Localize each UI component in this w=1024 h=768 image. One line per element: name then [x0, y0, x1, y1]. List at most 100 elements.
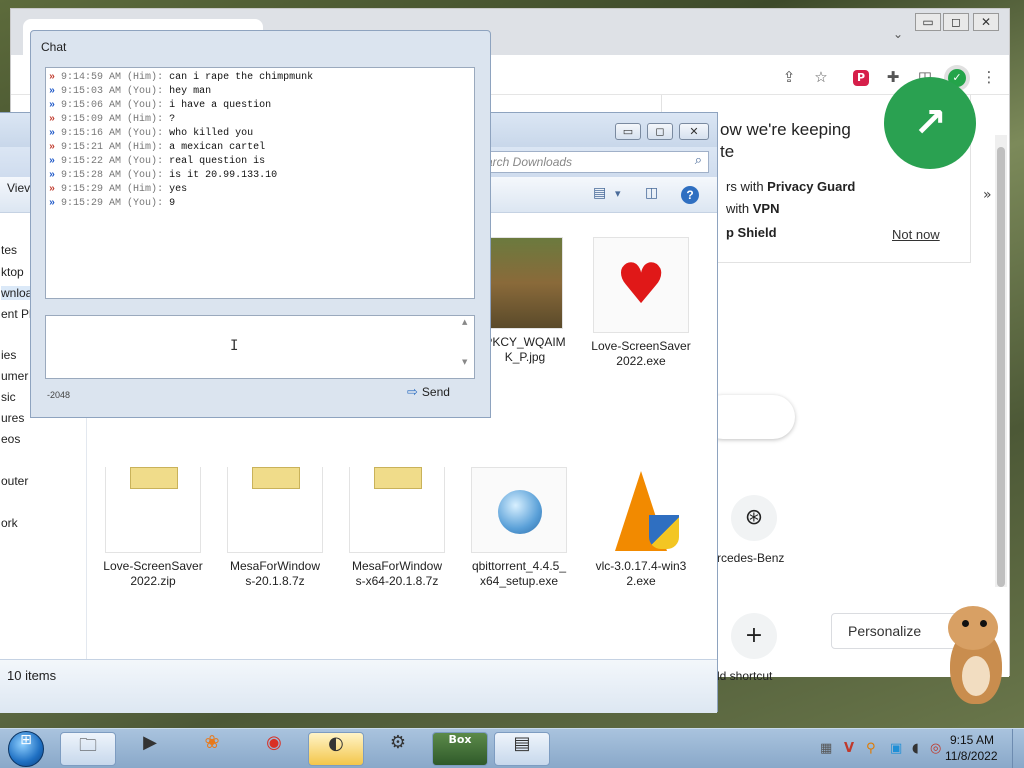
mascot-head [948, 606, 998, 650]
more-chevron-icon[interactable]: » [983, 187, 992, 203]
text-cursor-icon: I [230, 338, 239, 354]
search-downloads-input[interactable]: arch Downloads ⌕ [477, 151, 709, 173]
change-view-icon[interactable]: ▤ [593, 185, 606, 201]
explorer-maximize-button[interactable]: ◻ [647, 123, 673, 140]
file-item[interactable]: vlc-3.0.17.4-win3 2.exe [581, 467, 701, 589]
nav-item-music[interactable]: sic [1, 390, 16, 404]
chat-message: » 9:15:16 AM (You): who killed you [49, 128, 254, 139]
outgoing-arrow-icon: » [49, 128, 62, 139]
privacy-badger-icon[interactable]: P [853, 70, 869, 86]
chat-compose-input[interactable]: I ▲ ▼ [45, 315, 475, 379]
tray-search-icon[interactable]: ⚲ [866, 741, 876, 756]
taskbar-video-app-icon[interactable]: ⚙ [370, 732, 426, 766]
message-sender: (Him) [127, 114, 158, 125]
browser-close-button[interactable]: ✕ [973, 13, 999, 31]
preview-pane-icon[interactable]: ◫ [645, 185, 658, 201]
browser-scroll-thumb[interactable] [997, 147, 1005, 587]
not-now-link[interactable]: Not now [892, 227, 940, 242]
start-button[interactable]: ⊞ [8, 731, 44, 767]
message-text: hey man [169, 86, 212, 97]
chat-message: » 9:15:06 AM (You): i have a question [49, 100, 272, 111]
browser-maximize-button[interactable]: ◻ [943, 13, 969, 31]
chat-message: » 9:15:29 AM (You): 9 [49, 198, 176, 209]
add-shortcut-label[interactable]: ld shortcut [717, 669, 772, 683]
tab-search-icon[interactable]: ⌄ [893, 27, 903, 41]
nav-item-favorites[interactable]: tes [1, 243, 17, 257]
compose-scrollbar[interactable]: ▲ ▼ [462, 318, 472, 376]
mercedes-shortcut-icon[interactable]: ⊛ [731, 495, 777, 541]
zip-folder-icon [105, 467, 201, 553]
view-menu[interactable]: Viev [7, 181, 30, 195]
hamster-mascot[interactable] [944, 604, 1004, 708]
chat-message: » 9:15:03 AM (You): hey man [49, 86, 212, 97]
browser-minimize-button[interactable]: ▭ [915, 13, 941, 31]
taskbar-vpn-icon[interactable]: ◐ [308, 732, 364, 766]
clock-date[interactable]: 11/8/2022 [945, 749, 998, 763]
help-icon[interactable]: ? [681, 186, 699, 204]
nav-item-recent-places[interactable]: ent Pl [1, 307, 32, 321]
character-counter: -2048 [47, 390, 71, 400]
search-icon[interactable]: ⌕ [695, 153, 702, 168]
taskbar-chat-app-icon[interactable]: ▤ [494, 732, 550, 766]
nav-item-desktop[interactable]: ktop [1, 265, 24, 279]
tray-antivirus-icon[interactable]: V [844, 741, 854, 756]
message-time: 9:15:28 AM [61, 170, 122, 181]
nav-item-documents[interactable]: umer [1, 369, 28, 383]
extensions-puzzle-icon[interactable]: ✚ [883, 67, 903, 87]
nav-item-computer[interactable]: outer [1, 474, 28, 488]
message-text: ? [169, 114, 176, 125]
nav-item-downloads[interactable]: wnloa [1, 286, 33, 300]
message-text: who killed you [169, 128, 254, 139]
nav-item-network[interactable]: ork [1, 516, 18, 530]
bookmark-star-icon[interactable]: ☆ [811, 67, 831, 87]
file-name: qbittorrent_4.4.5_ x64_setup.exe [471, 559, 567, 588]
tray-network-icon[interactable]: ▦ [820, 741, 832, 756]
nav-item-videos[interactable]: eos [1, 432, 20, 446]
add-shortcut-icon[interactable]: + [731, 613, 777, 659]
nav-item-pictures[interactable]: ures [1, 411, 24, 425]
taskbar-media-player-icon[interactable]: ▶ [122, 732, 178, 766]
chat-message: » 9:15:29 AM (Him): yes [49, 184, 188, 195]
taskbar: ⊞ 🗀 ▶ ❀ ◉ ◐ ⚙ Box ▤ ▦ V ⚲ ▣ ◖ ◎ 9:15 AM … [0, 728, 1024, 768]
explorer-close-button[interactable]: ✕ [679, 123, 709, 140]
taskbar-explorer-icon[interactable]: 🗀 [60, 732, 116, 766]
clock-time[interactable]: 9:15 AM [950, 733, 994, 747]
file-item[interactable]: MesaForWindow s-x64-20.1.8.7z [337, 467, 457, 589]
share-icon[interactable]: ⇪ [779, 67, 799, 87]
show-desktop-button[interactable] [1012, 729, 1024, 768]
message-text: i have a question [169, 100, 272, 111]
promo-line-privacy-guard: rs with Privacy Guard [726, 179, 856, 194]
promo-line-shield: p Shield [726, 225, 777, 240]
tray-record-icon[interactable]: ◎ [930, 741, 941, 756]
view-dropdown-icon[interactable]: ▾ [615, 187, 621, 200]
chat-log: » 9:14:59 AM (Him): can i rape the chimp… [45, 67, 475, 299]
message-text: can i rape the chimpmunk [169, 72, 314, 83]
taskbar-chrome-icon[interactable]: ◉ [246, 732, 302, 766]
file-item[interactable]: qbittorrent_4.4.5_ x64_setup.exe [459, 467, 579, 589]
chat-message: » 9:15:09 AM (Him): ? [49, 114, 176, 125]
tray-volume-icon[interactable]: ◖ [912, 741, 919, 756]
send-button[interactable]: ⇨ Send [407, 385, 450, 400]
qbittorrent-installer-icon [471, 467, 567, 553]
shortcut-label[interactable]: rcedes-Benz [717, 551, 784, 565]
mascot-belly [962, 656, 990, 696]
nav-item-libraries[interactable]: ies [1, 348, 16, 362]
taskbar-uc-browser-icon[interactable]: ❀ [184, 732, 240, 766]
incoming-arrow-icon: » [49, 184, 62, 195]
explorer-minimize-button[interactable]: ▭ [615, 123, 641, 140]
search-placeholder: arch Downloads [486, 155, 573, 169]
file-item[interactable]: MesaForWindow s-20.1.8.7z [215, 467, 335, 589]
chat-message: » 9:14:59 AM (Him): can i rape the chimp… [49, 72, 314, 83]
tray-display-icon[interactable]: ▣ [890, 741, 902, 756]
message-time: 9:15:16 AM [61, 128, 122, 139]
message-text: real question is [169, 156, 266, 167]
taskbar-box-app-icon[interactable]: Box [432, 732, 488, 766]
file-item[interactable]: Love-ScreenSaver 2022.zip [93, 467, 213, 589]
file-item[interactable]: ♥ Love-ScreenSaver 2022.exe [581, 237, 701, 369]
archive-7z-icon [349, 467, 445, 553]
browser-menu-icon[interactable]: ⋮ [979, 67, 999, 87]
chat-message: » 9:15:21 AM (Him): a mexican cartel [49, 142, 266, 153]
archive-7z-icon [227, 467, 323, 553]
message-sender: (You) [127, 128, 158, 139]
incoming-arrow-icon: » [49, 72, 62, 83]
